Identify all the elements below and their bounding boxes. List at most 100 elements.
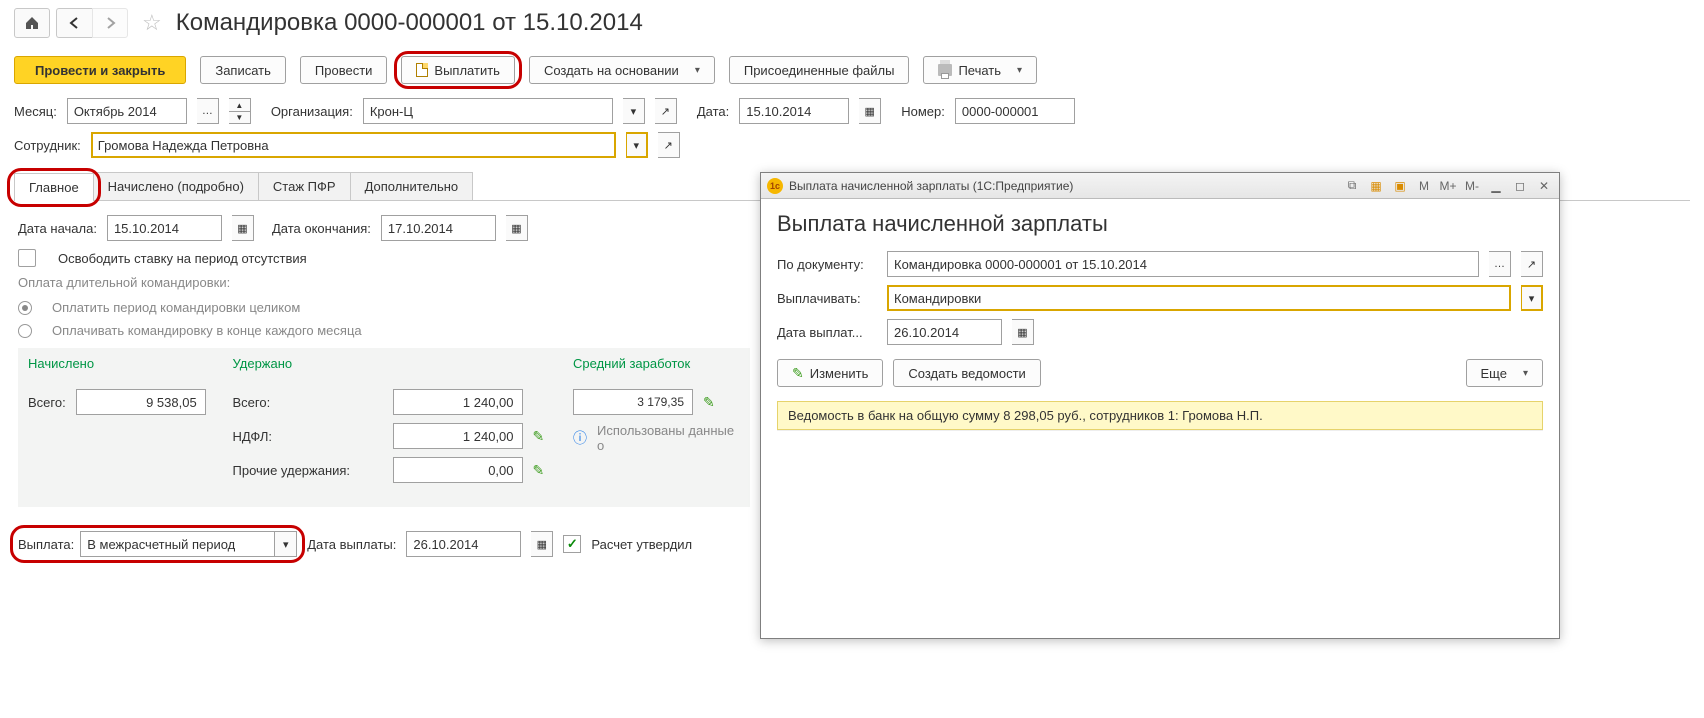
month-picker-button[interactable]: … bbox=[197, 98, 219, 124]
month-stepper[interactable]: ▲▼ bbox=[229, 98, 251, 124]
payment-mode-field[interactable] bbox=[80, 531, 275, 557]
ndfl-edit-icon[interactable]: ✎ bbox=[533, 428, 545, 445]
end-date-calendar-button[interactable]: ▦ bbox=[506, 215, 528, 241]
accrued-total-input[interactable] bbox=[77, 390, 205, 414]
window-calc-icon[interactable]: ▦ bbox=[1367, 177, 1385, 195]
window-close-button[interactable]: ✕ bbox=[1535, 177, 1553, 195]
create-based-on-button[interactable]: Создать на основании bbox=[529, 56, 715, 84]
org-field[interactable] bbox=[363, 98, 613, 124]
window-calendar-icon[interactable]: ▣ bbox=[1391, 177, 1409, 195]
tab-main[interactable]: Главное bbox=[14, 173, 94, 201]
tab-extra[interactable]: Дополнительно bbox=[350, 172, 474, 200]
avg-field[interactable] bbox=[573, 389, 693, 415]
start-date-calendar-button[interactable]: ▦ bbox=[232, 215, 254, 241]
favorite-star-icon[interactable]: ☆ bbox=[142, 10, 162, 36]
statement-list[interactable] bbox=[777, 430, 1543, 630]
window-mem-m[interactable]: M bbox=[1415, 177, 1433, 195]
avg-header: Средний заработок bbox=[573, 356, 740, 371]
employee-input[interactable] bbox=[92, 133, 615, 157]
post-button[interactable]: Провести bbox=[300, 56, 388, 84]
post-and-close-button[interactable]: Провести и закрыть bbox=[14, 56, 186, 84]
tab-pfr[interactable]: Стаж ПФР bbox=[258, 172, 351, 200]
month-input[interactable] bbox=[68, 99, 186, 123]
paydate-calendar-button[interactable]: ▦ bbox=[531, 531, 553, 557]
popup-paydate-input[interactable] bbox=[888, 320, 1001, 344]
home-button[interactable] bbox=[14, 8, 50, 38]
bydoc-picker-button[interactable]: … bbox=[1489, 251, 1511, 277]
bydoc-open-button[interactable]: ↗ bbox=[1521, 251, 1543, 277]
pencil-icon: ✎ bbox=[792, 365, 804, 382]
ndfl-field[interactable] bbox=[393, 423, 523, 449]
end-date-input[interactable] bbox=[382, 216, 495, 240]
app-logo-icon: 1c bbox=[767, 178, 783, 194]
info-icon[interactable]: ⓘ bbox=[573, 428, 587, 448]
popup-paydate-label: Дата выплат... bbox=[777, 325, 877, 340]
withheld-total-input[interactable] bbox=[394, 390, 522, 414]
start-date-input[interactable] bbox=[108, 216, 221, 240]
month-field[interactable] bbox=[67, 98, 187, 124]
org-input[interactable] bbox=[364, 99, 612, 123]
popup-paydate-calendar-button[interactable]: ▦ bbox=[1012, 319, 1034, 345]
popup-paydate-field[interactable] bbox=[887, 319, 1002, 345]
radio-pay-full[interactable] bbox=[18, 301, 32, 315]
date-calendar-button[interactable]: ▦ bbox=[859, 98, 881, 124]
window-titlebar[interactable]: 1c Выплата начисленной зарплаты (1С:Пред… bbox=[761, 173, 1559, 199]
accrued-total-field[interactable] bbox=[76, 389, 206, 415]
radio-pay-monthly-label: Оплачивать командировку в конце каждого … bbox=[52, 323, 362, 338]
more-button[interactable]: Еще bbox=[1466, 359, 1543, 387]
bydoc-input[interactable] bbox=[888, 252, 1478, 276]
ndfl-input[interactable] bbox=[394, 424, 522, 448]
payment-mode-dropdown-button[interactable]: ▾ bbox=[275, 531, 297, 557]
other-withheld-field[interactable] bbox=[393, 457, 523, 483]
radio-pay-monthly[interactable] bbox=[18, 324, 32, 338]
release-label: Освободить ставку на период отсутствия bbox=[58, 251, 307, 266]
attached-files-button[interactable]: Присоединенные файлы bbox=[729, 56, 910, 84]
number-label: Номер: bbox=[901, 104, 945, 119]
withheld-total-field[interactable] bbox=[393, 389, 523, 415]
employee-open-button[interactable]: ↗ bbox=[658, 132, 680, 158]
print-button[interactable]: Печать bbox=[923, 56, 1037, 84]
other-withheld-edit-icon[interactable]: ✎ bbox=[533, 462, 545, 479]
avg-edit-icon[interactable]: ✎ bbox=[703, 394, 715, 411]
bydoc-field[interactable] bbox=[887, 251, 1479, 277]
release-checkbox[interactable] bbox=[18, 249, 36, 267]
number-field[interactable] bbox=[955, 98, 1075, 124]
paydate-field[interactable] bbox=[406, 531, 521, 557]
number-input[interactable] bbox=[956, 99, 1074, 123]
other-withheld-input[interactable] bbox=[394, 458, 522, 482]
org-dropdown-button[interactable]: ▾ bbox=[623, 98, 645, 124]
window-minimize-button[interactable]: ▁ bbox=[1487, 177, 1505, 195]
paywhat-input[interactable] bbox=[888, 286, 1510, 310]
date-field[interactable] bbox=[739, 98, 849, 124]
save-button[interactable]: Записать bbox=[200, 56, 286, 84]
nav-forward-button[interactable] bbox=[92, 8, 128, 38]
employee-dropdown-button[interactable]: ▾ bbox=[626, 132, 648, 158]
window-mem-mminus[interactable]: M- bbox=[1463, 177, 1481, 195]
print-button-label: Печать bbox=[958, 63, 1001, 78]
paywhat-field[interactable] bbox=[887, 285, 1511, 311]
avg-hint: Использованы данные о bbox=[597, 423, 740, 453]
paywhat-label: Выплачивать: bbox=[777, 291, 877, 306]
page-title: Командировка 0000-000001 от 15.10.2014 bbox=[176, 9, 643, 37]
window-maximize-button[interactable]: ◻ bbox=[1511, 177, 1529, 195]
edit-button-label: Изменить bbox=[810, 366, 869, 381]
org-open-button[interactable]: ↗ bbox=[655, 98, 677, 124]
employee-field[interactable] bbox=[91, 132, 616, 158]
window-tool-icon[interactable]: ⧉ bbox=[1343, 177, 1361, 195]
paywhat-dropdown-button[interactable]: ▾ bbox=[1521, 285, 1543, 311]
edit-button[interactable]: ✎ Изменить bbox=[777, 359, 883, 387]
nav-back-button[interactable] bbox=[56, 8, 92, 38]
pay-button[interactable]: Выплатить bbox=[401, 56, 515, 84]
window-mem-mplus[interactable]: M+ bbox=[1439, 177, 1457, 195]
radio-pay-full-label: Оплатить период командировки целиком bbox=[52, 300, 300, 315]
printer-icon bbox=[938, 64, 952, 76]
avg-input[interactable] bbox=[574, 390, 692, 414]
paydate-input[interactable] bbox=[407, 532, 520, 556]
date-input[interactable] bbox=[740, 99, 848, 123]
payment-mode-input[interactable] bbox=[81, 532, 274, 556]
end-date-field[interactable] bbox=[381, 215, 496, 241]
start-date-field[interactable] bbox=[107, 215, 222, 241]
approved-checkbox[interactable]: ✓ bbox=[563, 535, 581, 553]
create-statements-button[interactable]: Создать ведомости bbox=[893, 359, 1040, 387]
tab-accrued-detail[interactable]: Начислено (подробно) bbox=[93, 172, 259, 200]
